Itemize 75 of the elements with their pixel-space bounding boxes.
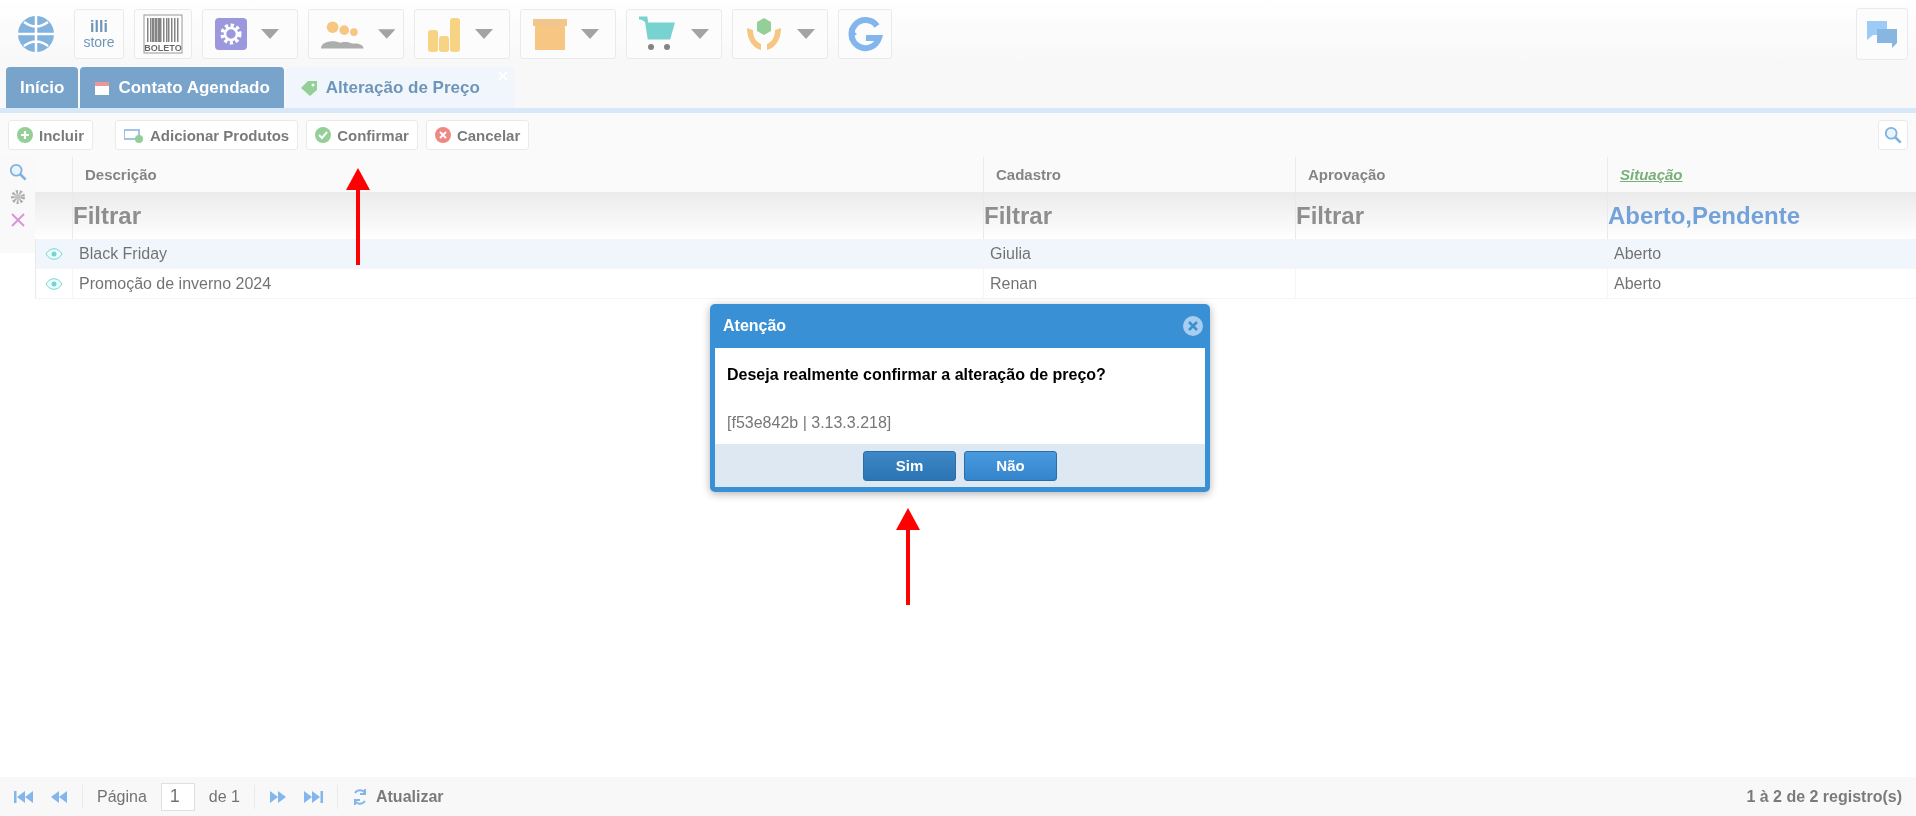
toolbar-button[interactable] <box>308 8 404 59</box>
caret-icon <box>475 28 493 39</box>
close-icon[interactable] <box>1183 316 1203 336</box>
record-count: 1 à 2 de 2 registro(s) <box>1746 787 1902 806</box>
filter-field[interactable]: Filtrar <box>72 192 983 239</box>
page-count: de 1 <box>208 787 240 806</box>
tag-icon <box>299 79 318 96</box>
column-header[interactable]: Situação <box>1607 157 1916 192</box>
check-icon <box>315 127 332 143</box>
filter-field[interactable]: Filtrar <box>983 192 1295 239</box>
cancel-icon <box>434 127 451 143</box>
gear-icon[interactable] <box>9 189 26 205</box>
tab[interactable]: Alteração de Preço <box>285 67 514 108</box>
search-button[interactable] <box>1878 120 1908 150</box>
store-logo: illi store <box>83 18 115 49</box>
page-field[interactable]: 1 <box>160 782 195 811</box>
dialog-message: Deseja realmente confirmar a alteração de preço? <box>727 366 1107 384</box>
toolbar-button[interactable] <box>732 8 828 59</box>
dialog-button[interactable]: Não <box>964 450 1057 481</box>
page-label: Página <box>97 787 147 806</box>
toolbar-button[interactable] <box>414 8 510 59</box>
calendar-icon <box>94 79 111 96</box>
search-icon <box>1884 126 1902 144</box>
table-cell: Renan <box>983 269 1295 299</box>
caret-icon <box>581 28 599 39</box>
action-button[interactable]: Adicionar Produtos <box>115 120 299 150</box>
eye-icon[interactable] <box>45 277 63 290</box>
add-list-icon <box>124 127 144 143</box>
first-page-icon[interactable] <box>14 789 34 804</box>
version-text: [f53e842b | 3.13.3.218] <box>727 414 893 432</box>
sync-logo-icon <box>847 15 883 52</box>
hands-cube-icon <box>745 15 783 52</box>
toolbar-button[interactable] <box>838 8 892 59</box>
cart-icon <box>639 15 677 52</box>
column-header[interactable]: Descrição <box>72 157 983 192</box>
column-header[interactable]: Cadastro <box>983 157 1295 192</box>
dialog-button[interactable]: Sim <box>863 450 956 481</box>
tab[interactable]: Início <box>6 67 79 108</box>
caret-icon <box>377 28 395 39</box>
table-cell: Aberto <box>1607 269 1916 299</box>
action-button[interactable]: Incluir <box>8 120 93 150</box>
table-cell: Promoção de inverno 2024 <box>72 269 983 299</box>
action-button[interactable]: Cancelar <box>425 120 530 150</box>
refresh-button[interactable]: Atualizar <box>351 786 444 807</box>
last-page-icon[interactable] <box>302 789 323 804</box>
box-icon <box>533 16 567 51</box>
toolbar-button[interactable] <box>626 8 722 59</box>
caret-icon <box>691 28 709 39</box>
dialog-title: Atenção <box>723 317 787 335</box>
people-icon <box>321 18 364 49</box>
toolbar-button[interactable]: illi store <box>74 8 124 59</box>
plus-icon <box>17 127 33 143</box>
table-cell: Black Friday <box>72 239 983 269</box>
table-cell: Aberto <box>1607 239 1916 269</box>
tab[interactable]: Contato Agendado <box>80 67 284 108</box>
column-header[interactable]: Aprovação <box>1295 157 1607 192</box>
filter-field[interactable]: Aberto,Pendente <box>1607 192 1916 239</box>
gear-icon <box>215 17 247 50</box>
clear-icon[interactable] <box>10 213 25 227</box>
globe-logo-icon <box>16 13 56 54</box>
caret-icon <box>797 28 815 39</box>
caret-icon <box>261 28 279 39</box>
coins-icon <box>427 15 461 52</box>
chat-icon <box>1865 18 1899 49</box>
toolbar-button[interactable] <box>520 8 616 59</box>
search-icon <box>8 163 27 181</box>
refresh-icon <box>351 786 368 807</box>
chat-button[interactable] <box>1856 7 1908 60</box>
filter-field[interactable]: Filtrar <box>1295 192 1607 239</box>
toolbar-button[interactable] <box>202 8 298 59</box>
action-button[interactable]: Confirmar <box>306 120 418 150</box>
barcode-icon: BOLETO <box>143 13 183 54</box>
eye-icon[interactable] <box>45 247 63 260</box>
toolbar-button[interactable]: BOLETO <box>134 8 192 59</box>
table-cell: Giulia <box>983 239 1295 269</box>
